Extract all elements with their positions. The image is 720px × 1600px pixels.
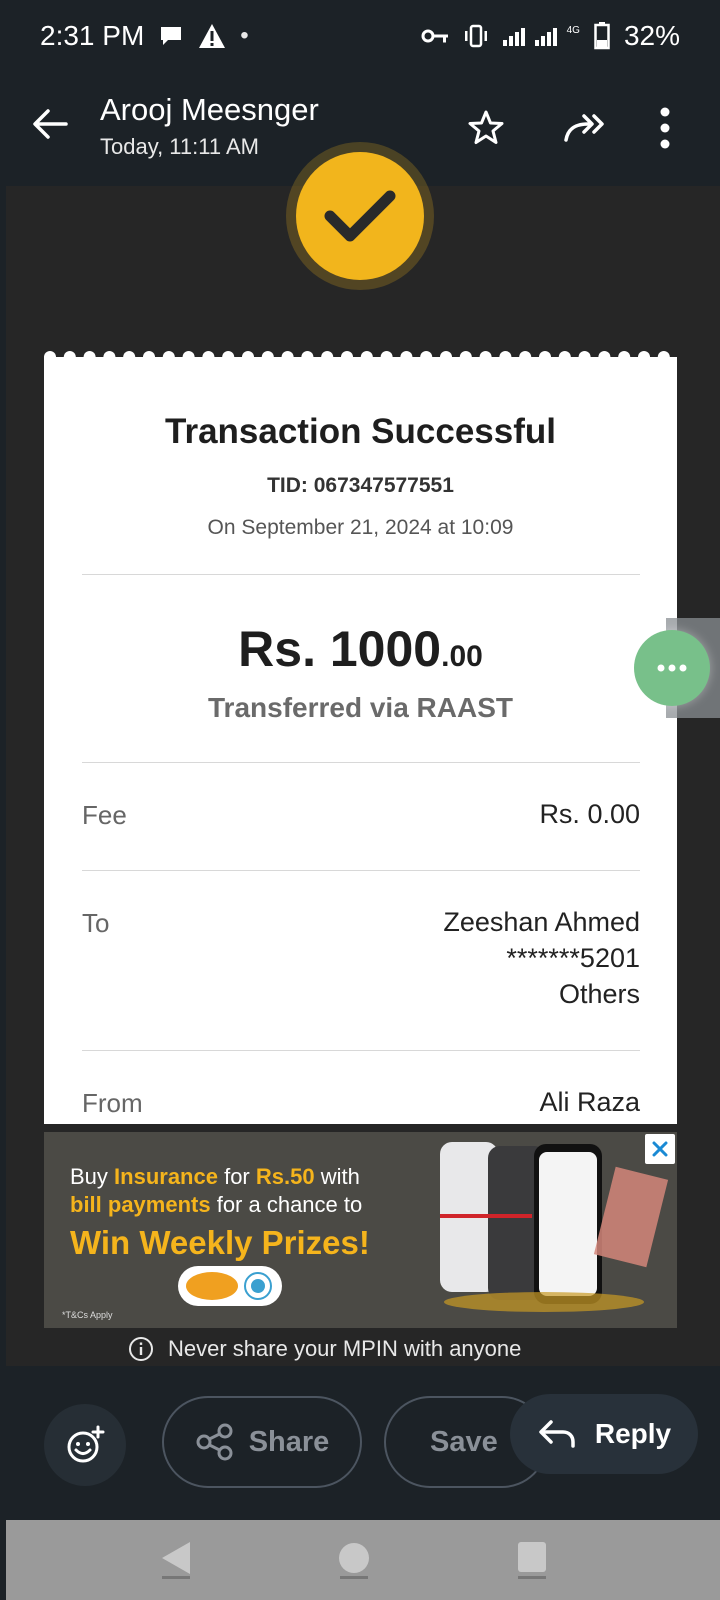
forward-icon[interactable] [562, 108, 610, 148]
add-reaction-button[interactable] [44, 1404, 126, 1486]
vpn-key-icon [421, 29, 448, 43]
amount-main: Rs. 1000 [238, 621, 442, 677]
ad-highlight: Insurance [114, 1164, 218, 1189]
floating-chat-bubble[interactable] [626, 618, 720, 718]
notification-dot-icon: • [240, 22, 249, 49]
save-label: Save [430, 1425, 498, 1458]
transaction-amount: Rs. 1000.00 [44, 620, 677, 678]
security-notice: Never share your MPIN with anyone [128, 1336, 521, 1362]
chat-subtitle: Today, 11:11 AM [100, 134, 259, 159]
add-emoji-icon [67, 1425, 105, 1463]
status-right: 4G 32% [421, 20, 680, 52]
ad-banner[interactable]: Buy Insurance for Rs.50 with bill paymen… [44, 1132, 677, 1328]
nav-recents-icon[interactable] [512, 1538, 552, 1582]
to-name: Zeeshan Ahmed [443, 907, 640, 937]
divider [82, 870, 640, 871]
system-navigation-bar [6, 1520, 720, 1600]
receipt-title: Transaction Successful [165, 412, 556, 451]
reply-icon [539, 1420, 575, 1448]
to-account: *******5201 [506, 943, 640, 973]
nav-home-icon[interactable] [334, 1538, 374, 1582]
clock: 2:31 PM [40, 20, 145, 51]
to-bank: Others [558, 979, 640, 1009]
battery-icon [594, 22, 610, 50]
status-bar: 2:31 PM • 4G 32% [0, 0, 720, 72]
from-label: From [82, 1088, 143, 1118]
status-left: 2:31 PM • [40, 20, 249, 52]
more-horiz-icon[interactable] [634, 630, 710, 706]
ad-line-1: Buy Insurance for Rs.50 with [70, 1164, 360, 1190]
network-type: 4G [566, 24, 580, 36]
security-notice-text: Never share your MPIN with anyone [168, 1336, 522, 1361]
share-icon [196, 1423, 233, 1461]
amount-decimal: .00 [441, 640, 483, 673]
divider [82, 574, 640, 575]
ad-terms: *T&Cs Apply [62, 1310, 113, 1320]
bottom-action-bar: Share Save Reply [6, 1366, 720, 1520]
fee-label: Fee [82, 800, 127, 830]
transaction-id: TID: 067347577551 [267, 474, 454, 497]
warning-icon [199, 24, 226, 48]
ad-phone-image [534, 1144, 602, 1304]
transfer-method: Transferred via RAAST [208, 692, 513, 723]
ad-highlight: bill payments [70, 1192, 211, 1217]
nav-back-icon[interactable] [156, 1538, 196, 1582]
signal-icon [502, 28, 557, 46]
ad-line-2: bill payments for a chance to [70, 1192, 362, 1218]
ad-coins [444, 1292, 644, 1312]
ad-text: Buy [70, 1164, 115, 1189]
success-check-icon [296, 152, 424, 280]
ad-text: for [217, 1164, 256, 1189]
chat-title-block[interactable]: Arooj Meesnger Today, 11:11 AM [100, 92, 319, 160]
info-icon [129, 1337, 153, 1361]
more-vert-icon[interactable] [658, 106, 672, 150]
ad-brand-logos [178, 1266, 282, 1306]
from-name: Ali Raza [539, 1087, 640, 1117]
ad-text: with [314, 1164, 360, 1189]
ad-highlight: Rs.50 [255, 1164, 315, 1189]
chat-title: Arooj Meesnger [100, 92, 319, 127]
star-icon[interactable] [466, 108, 506, 148]
ad-ribbon [440, 1214, 532, 1218]
ad-headline: Win Weekly Prizes! [70, 1224, 370, 1261]
share-button[interactable]: Share [162, 1396, 362, 1488]
ad-cash-image [593, 1166, 669, 1268]
ad-text: for a chance to [210, 1192, 363, 1217]
reply-label: Reply [594, 1418, 672, 1449]
battery-percent: 32% [623, 20, 680, 51]
share-label: Share [248, 1425, 330, 1458]
reply-button[interactable]: Reply [510, 1394, 698, 1474]
transaction-receipt[interactable]: Transaction Successful TID: 067347577551… [44, 362, 677, 1124]
divider [82, 762, 640, 763]
chat-bubble-icon [161, 27, 182, 45]
back-arrow-icon[interactable] [30, 104, 70, 144]
fee-value: Rs. 0.00 [539, 799, 640, 829]
to-label: To [82, 908, 110, 938]
to-recipient: Zeeshan Ahmed *******5201 Others [443, 904, 640, 1012]
divider [82, 1050, 640, 1051]
vibrate-icon [464, 24, 487, 48]
transaction-date: On September 21, 2024 at 10:09 [207, 516, 514, 539]
ad-close-icon[interactable] [645, 1134, 675, 1164]
